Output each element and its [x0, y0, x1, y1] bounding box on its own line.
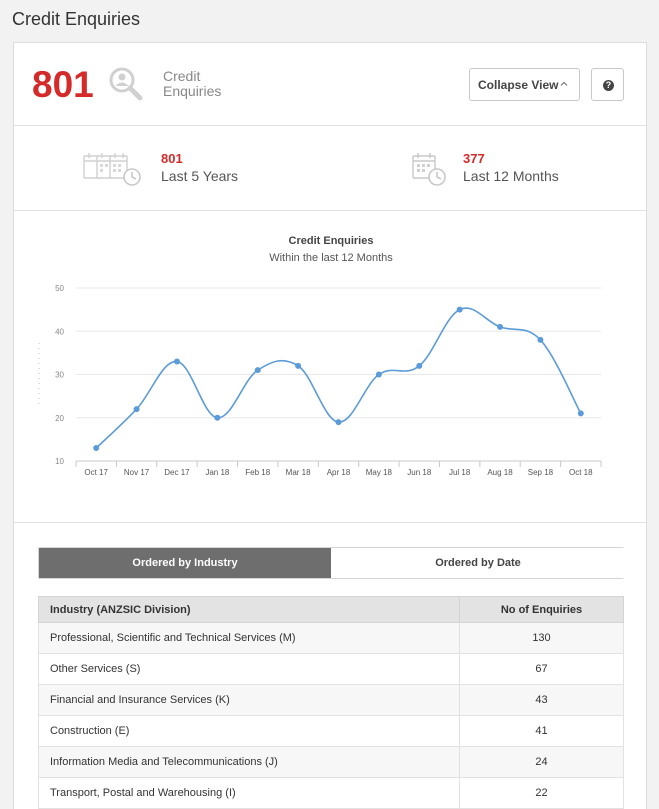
data-point — [497, 323, 504, 330]
twelve-month-value: 377 — [463, 151, 485, 166]
enquiries-column-header[interactable]: No of Enquiries — [459, 596, 624, 623]
industry-cell: Financial and Insurance Services (K) — [38, 684, 460, 716]
table-row: Information Media and Telecommunications… — [38, 746, 624, 778]
y-tick-label: 20 — [55, 414, 64, 423]
series-line — [95, 307, 582, 449]
page-title: Credit Enquiries — [12, 9, 141, 29]
chart-subtitle: Within the last 12 Months — [269, 252, 393, 264]
enquiries-cell: 43 — [459, 684, 624, 716]
data-point — [416, 362, 423, 369]
collapse-view-button[interactable]: Collapse View — [469, 68, 580, 101]
calendars-icon — [83, 153, 141, 186]
chevron-up-icon — [560, 81, 568, 86]
industry-cell: Construction (E) — [38, 715, 460, 747]
summary-section: 801 Credit Enquiries Collapse View ? — [14, 43, 646, 126]
table-row: Transport, Postal and Warehousing (I) 22 — [38, 777, 624, 809]
industry-cell: Other Services (S) — [38, 653, 460, 685]
enquiries-cell: 41 — [459, 715, 624, 747]
x-tick-label: Jul 18 — [449, 468, 471, 477]
x-tick-label: Oct 17 — [84, 468, 108, 477]
industry-cell: Information Media and Telecommunications… — [38, 746, 460, 778]
total-enquiries-count: 801 — [32, 64, 94, 105]
industry-cell: Transport, Postal and Warehousing (I) — [38, 777, 460, 809]
y-tick-label: 50 — [55, 284, 64, 293]
chart-section: Credit Enquiries Within the last 12 Month… — [14, 211, 646, 523]
collapse-view-label: Collapse View — [478, 77, 559, 92]
data-point — [133, 406, 140, 413]
twelve-month-label: Last 12 Months — [463, 168, 559, 184]
x-tick-label: Aug 18 — [487, 468, 513, 477]
data-point — [335, 419, 342, 426]
x-tick-label: Sep 18 — [528, 468, 554, 477]
table-row: Construction (E) 41 — [38, 715, 624, 747]
data-point — [295, 362, 302, 369]
data-point — [93, 445, 100, 452]
search-user-icon — [109, 67, 143, 101]
x-tick-label: Jan 18 — [205, 468, 230, 477]
data-point — [173, 358, 180, 365]
summary-label: Credit Enquiries — [163, 68, 222, 99]
data-point — [254, 367, 261, 374]
stats-section: 801 Last 5 Years 377 Last 12 Months — [14, 126, 646, 211]
chart-title: Credit Enquiries — [289, 235, 374, 247]
industry-cell: Professional, Scientific and Technical S… — [38, 622, 460, 654]
x-tick-label: Dec 17 — [164, 468, 190, 477]
enquiries-cell: 130 — [459, 622, 624, 654]
table-row: Professional, Scientific and Technical S… — [38, 622, 624, 654]
enquiries-cell: 24 — [459, 746, 624, 778]
tab-ordered-by-date[interactable]: Ordered by Date — [332, 548, 624, 578]
x-tick-label: Mar 18 — [286, 468, 311, 477]
x-tick-label: May 18 — [366, 468, 393, 477]
data-point — [456, 306, 463, 313]
y-tick-label: 40 — [55, 327, 64, 336]
data-point — [577, 410, 584, 417]
data-point — [537, 336, 544, 343]
five-year-value: 801 — [161, 151, 183, 166]
table-row: Other Services (S) 67 — [38, 653, 624, 685]
x-tick-label: Oct 18 — [569, 468, 593, 477]
tab-ordered-by-industry[interactable]: Ordered by Industry — [39, 548, 331, 578]
industry-column-header[interactable]: Industry (ANZSIC Division) — [38, 596, 460, 623]
five-year-label: Last 5 Years — [161, 168, 239, 184]
order-tabs: Ordered by Industry Ordered by Date — [38, 547, 624, 579]
data-point — [375, 371, 382, 378]
credit-enquiries-card: 801 Credit Enquiries Collapse View ? 801… — [13, 42, 647, 809]
enquiries-cell: 67 — [459, 653, 624, 685]
x-tick-label: Apr 18 — [327, 468, 351, 477]
x-tick-label: Jun 18 — [407, 468, 432, 477]
enquiries-line-chart: Credit Enquiries Within the last 12 Month… — [38, 235, 602, 477]
x-tick-label: Nov 17 — [124, 468, 150, 477]
enquiries-cell: 22 — [459, 777, 624, 809]
y-tick-label: 30 — [55, 371, 64, 380]
x-tick-label: Feb 18 — [245, 468, 270, 477]
industry-table: Industry (ANZSIC Division) No of Enquiri… — [38, 596, 624, 809]
calendar-clock-icon — [412, 153, 446, 186]
table-row: Financial and Insurance Services (K) 43 — [38, 684, 624, 716]
table-header-row: Industry (ANZSIC Division) No of Enquiri… — [38, 596, 624, 623]
question-icon: ? — [603, 80, 614, 91]
data-point — [214, 414, 221, 421]
y-tick-label: 10 — [55, 457, 64, 466]
help-button[interactable]: ? — [591, 68, 624, 101]
